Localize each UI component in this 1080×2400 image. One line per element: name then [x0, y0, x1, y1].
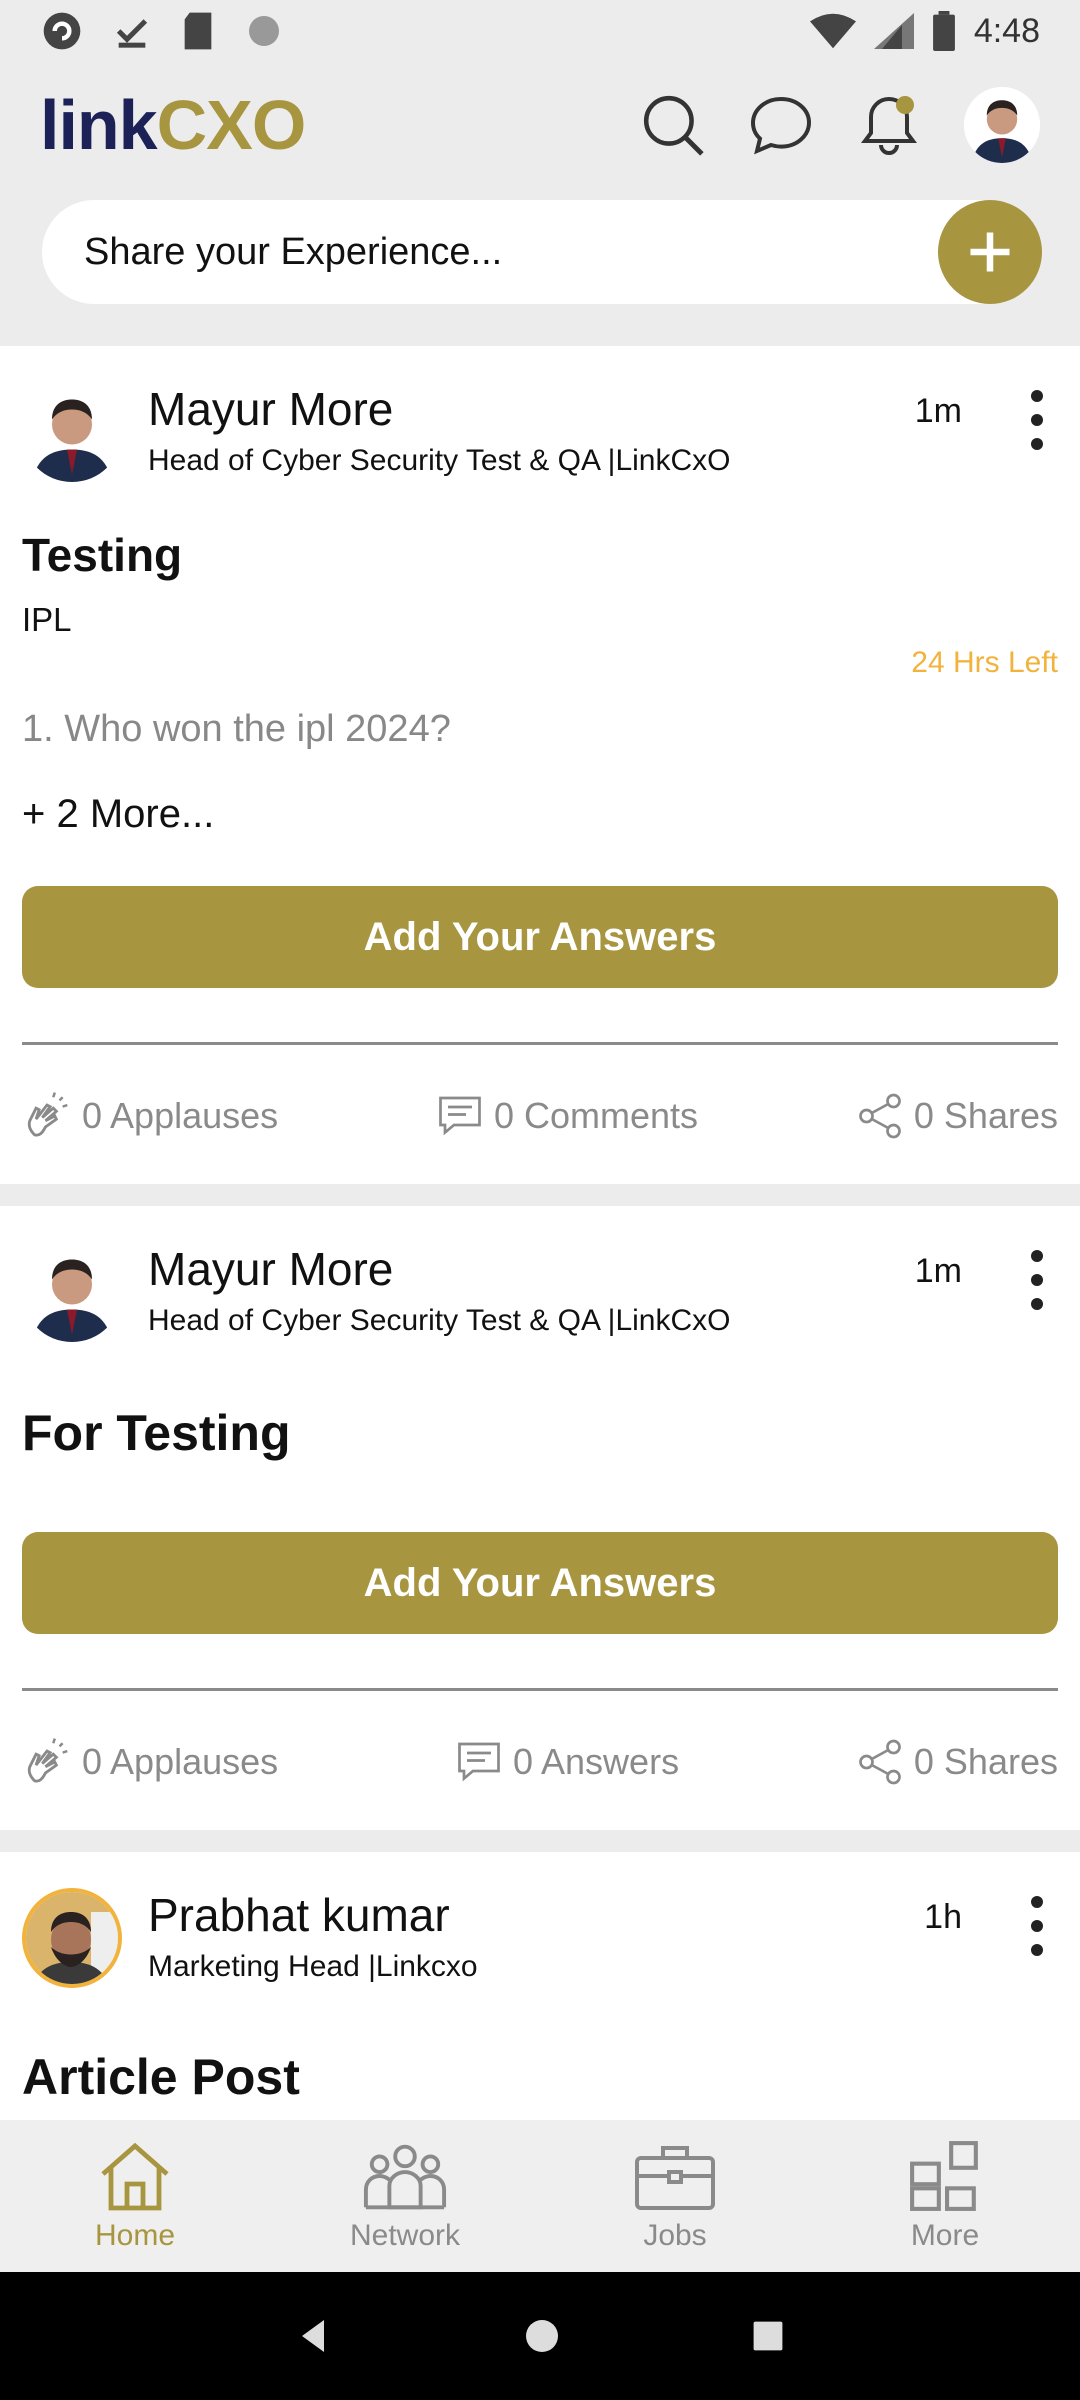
download-done-icon	[116, 19, 148, 48]
post-title: Testing	[22, 529, 183, 581]
share-icon	[859, 1093, 901, 1139]
author-title: Marketing Head |Linkcxo	[148, 1950, 478, 1983]
status-time: 4:48	[973, 11, 1040, 50]
nav-home[interactable]: Home	[35, 2139, 235, 2253]
search-icon[interactable]	[640, 92, 706, 158]
post-actions: 0 Applauses 0 Comments 0 Shares	[22, 1081, 1058, 1151]
post-card: Mayur More Head of Cyber Security Test &…	[0, 346, 1080, 1184]
post-card: Mayur More Head of Cyber Security Test &…	[0, 1206, 1080, 1830]
notification-bell-icon[interactable]	[856, 92, 922, 158]
grid-icon	[910, 2141, 978, 2211]
add-answers-button[interactable]: Add Your Answers	[22, 886, 1058, 988]
home-icon	[101, 2142, 169, 2211]
sd-card-icon	[184, 12, 212, 50]
nav-jobs[interactable]: Jobs	[575, 2139, 775, 2253]
share-icon	[859, 1739, 901, 1785]
applause-icon	[27, 1092, 68, 1137]
app-bar: link CXO	[0, 62, 1080, 188]
post-title: For Testing	[22, 1405, 291, 1461]
comment-icon	[458, 1742, 500, 1782]
loading-dot-icon	[249, 16, 279, 46]
post-time: 1m	[914, 1252, 962, 1290]
divider	[22, 1688, 1058, 1691]
post-actions: 0 Applauses 0 Answers 0 Shares	[22, 1727, 1058, 1797]
recents-icon[interactable]	[750, 2318, 786, 2354]
chat-icon[interactable]	[748, 92, 814, 158]
applause-icon	[27, 1738, 68, 1783]
share-experience-input[interactable]: Share your Experience...	[42, 200, 1042, 304]
comments-button[interactable]: 0 Comments	[436, 1093, 698, 1139]
author-title: Head of Cyber Security Test & QA |LinkCx…	[148, 444, 731, 477]
app-notification-icon	[43, 12, 81, 50]
wifi-icon	[809, 13, 856, 49]
author-name[interactable]: Mayur More	[148, 382, 393, 436]
author-title: Head of Cyber Security Test & QA |LinkCx…	[148, 1304, 731, 1337]
author-name[interactable]: Prabhat kumar	[148, 1888, 450, 1942]
nav-network[interactable]: Network	[305, 2139, 505, 2253]
applause-button[interactable]: 0 Applauses	[22, 1737, 278, 1787]
more-options-icon[interactable]	[1022, 1250, 1052, 1310]
home-circle-icon[interactable]	[522, 2316, 562, 2356]
post-subtitle: IPL	[22, 601, 72, 638]
signal-icon	[873, 13, 914, 49]
system-navigation-bar	[0, 2272, 1080, 2400]
plus-icon	[970, 232, 1010, 272]
back-icon[interactable]	[294, 2316, 334, 2356]
nav-more[interactable]: More	[845, 2139, 1045, 2253]
more-options-icon[interactable]	[1022, 1896, 1052, 1956]
bottom-navigation: Home Network Jobs More	[0, 2120, 1080, 2272]
post-time: 1h	[924, 1898, 962, 1936]
linkcxo-logo[interactable]: link CXO	[40, 85, 306, 165]
add-answers-button[interactable]: Add Your Answers	[22, 1532, 1058, 1634]
add-post-button[interactable]	[938, 200, 1042, 304]
battery-icon	[932, 11, 955, 51]
author-avatar[interactable]	[22, 1242, 122, 1342]
post-time: 1m	[914, 392, 962, 430]
applause-button[interactable]: 0 Applauses	[22, 1091, 278, 1141]
poll-question: 1. Who won the ipl 2024?	[22, 708, 451, 750]
comment-icon	[439, 1096, 481, 1136]
author-avatar[interactable]	[22, 1888, 122, 1988]
author-avatar[interactable]	[22, 382, 122, 482]
shares-button[interactable]: 0 Shares	[856, 1092, 1058, 1140]
time-left-badge: 24 Hrs Left	[911, 646, 1058, 679]
share-placeholder: Share your Experience...	[84, 230, 503, 273]
profile-avatar[interactable]	[964, 87, 1040, 163]
network-icon	[363, 2144, 447, 2210]
answers-button[interactable]: 0 Answers	[455, 1739, 679, 1785]
post-card: Prabhat kumar Marketing Head |Linkcxo 1h…	[0, 1852, 1080, 2120]
divider	[22, 1042, 1058, 1045]
post-title: Article Post	[22, 2049, 300, 2105]
author-name[interactable]: Mayur More	[148, 1242, 393, 1296]
more-options-icon[interactable]	[1022, 390, 1052, 450]
shares-button[interactable]: 0 Shares	[856, 1738, 1058, 1786]
briefcase-icon	[635, 2146, 715, 2210]
more-questions-link[interactable]: + 2 More...	[22, 792, 214, 837]
status-bar: 4:48	[0, 0, 1080, 62]
